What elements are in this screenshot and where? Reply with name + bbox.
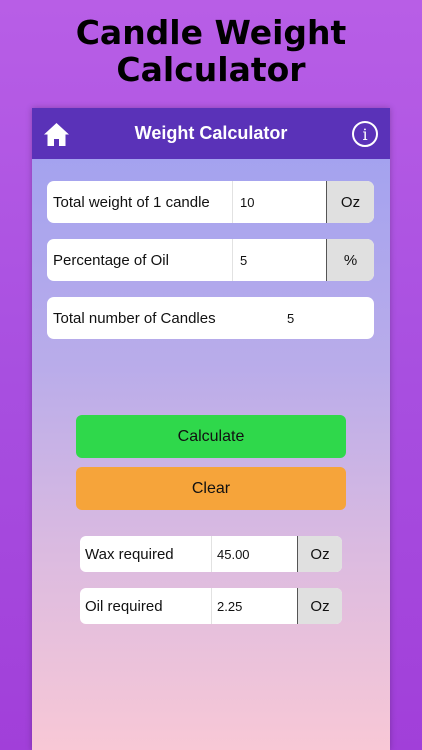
clear-button[interactable]: Clear bbox=[76, 467, 346, 510]
wax-result-row: Wax required 45.00 Oz bbox=[80, 536, 342, 572]
oil-percentage-row: Percentage of Oil 5 % bbox=[47, 239, 374, 281]
promo-title-line2: Calculator bbox=[116, 50, 306, 89]
info-button[interactable]: i bbox=[352, 121, 378, 147]
oil-percentage-label: Percentage of Oil bbox=[53, 251, 169, 269]
nav-title: Weight Calculator bbox=[134, 123, 288, 143]
weight-row: Total weight of 1 candle 10 Oz bbox=[47, 181, 374, 223]
app-screen: Weight Calculator i Total weight of 1 ca… bbox=[32, 108, 390, 750]
candle-count-input[interactable]: 5 bbox=[287, 297, 294, 339]
candle-count-label: Total number of Candles bbox=[53, 309, 216, 327]
weight-input[interactable]: 10 bbox=[232, 181, 327, 223]
calculate-button[interactable]: Calculate bbox=[76, 415, 346, 458]
oil-result-row: Oil required 2.25 Oz bbox=[80, 588, 342, 624]
promo-title-line1: Candle Weight bbox=[75, 13, 347, 52]
oil-value: 2.25 bbox=[211, 588, 298, 624]
candle-count-row: Total number of Candles 5 bbox=[47, 297, 374, 339]
promo-title: Candle Weight Calculator bbox=[0, 14, 422, 88]
navigation-bar: Weight Calculator i bbox=[32, 108, 390, 159]
info-icon: i bbox=[362, 124, 368, 144]
weight-label: Total weight of 1 candle bbox=[53, 193, 210, 211]
oil-percentage-input[interactable]: 5 bbox=[232, 239, 327, 281]
home-button[interactable] bbox=[42, 120, 70, 148]
oil-percentage-unit: % bbox=[327, 239, 374, 281]
wax-value: 45.00 bbox=[211, 536, 298, 572]
wax-unit: Oz bbox=[298, 536, 342, 572]
home-icon bbox=[43, 122, 69, 146]
weight-unit: Oz bbox=[327, 181, 374, 223]
oil-unit: Oz bbox=[298, 588, 342, 624]
oil-label: Oil required bbox=[85, 597, 163, 615]
wax-label: Wax required bbox=[85, 545, 174, 563]
